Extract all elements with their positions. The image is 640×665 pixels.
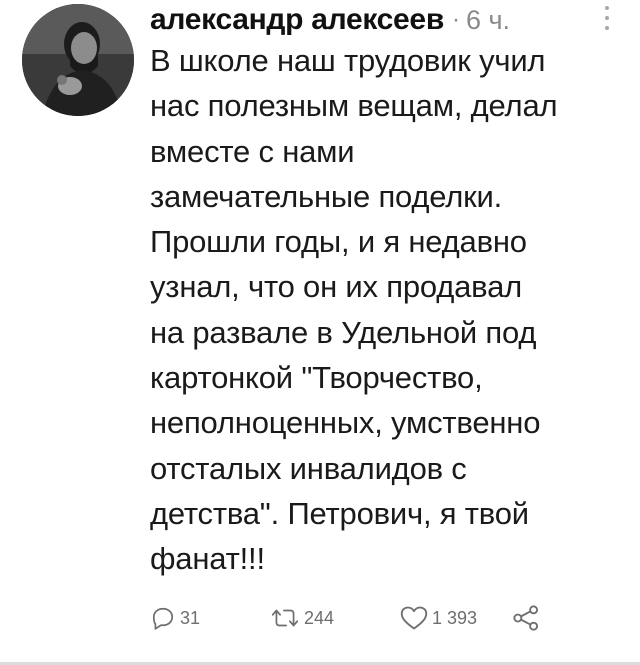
retweet-button[interactable]: 244 xyxy=(270,600,334,636)
tweet-text-line: нас полезным вещам, делал xyxy=(150,88,558,124)
heart-icon xyxy=(400,606,428,630)
tweet-actions: 31 244 1 393 xyxy=(0,600,640,636)
tweet-text: В школе наш трудовик учил нас полезным в… xyxy=(150,38,630,582)
separator-dot: · xyxy=(451,6,460,33)
tweet-header: александр алексеев · 6 ч. xyxy=(150,0,510,40)
tweet-text-line: Прошли годы, и я недавно xyxy=(150,224,527,260)
tweet-text-line: замечательные поделки. xyxy=(150,178,503,214)
tweet-text-line: картонкой "Творчество, xyxy=(150,360,483,396)
tweet-text-line: отсталых инвалидов с xyxy=(150,450,467,486)
reply-icon xyxy=(152,607,174,630)
tweet-text-line: детства". Петрович, я твой xyxy=(150,495,529,531)
author-avatar[interactable] xyxy=(22,4,134,116)
tweet-timestamp[interactable]: 6 ч. xyxy=(466,5,510,36)
retweet-icon xyxy=(271,609,299,627)
like-count: 1 393 xyxy=(432,607,478,628)
more-vertical-icon[interactable] xyxy=(602,6,612,36)
share-icon xyxy=(513,605,539,631)
tweet-text-line: В школе наш трудовик учил xyxy=(150,43,546,78)
retweet-count: 244 xyxy=(304,607,335,628)
tweet-text-line: неполноценных, умственно xyxy=(150,405,541,441)
tweet-text-line: фанат!!! xyxy=(150,541,265,577)
reply-count: 31 xyxy=(180,607,201,628)
reply-button[interactable]: 31 xyxy=(150,600,200,636)
share-button[interactable] xyxy=(512,600,540,636)
tweet-text-line: узнал, что он их продавал xyxy=(150,269,523,305)
like-button[interactable]: 1 393 xyxy=(400,600,477,636)
tweet-text-line: вместе с нами xyxy=(150,133,355,169)
author-name[interactable]: александр алексеев xyxy=(150,3,444,37)
avatar-photo xyxy=(22,4,134,116)
tweet-text-line: на развале в Удельной под xyxy=(150,314,537,350)
